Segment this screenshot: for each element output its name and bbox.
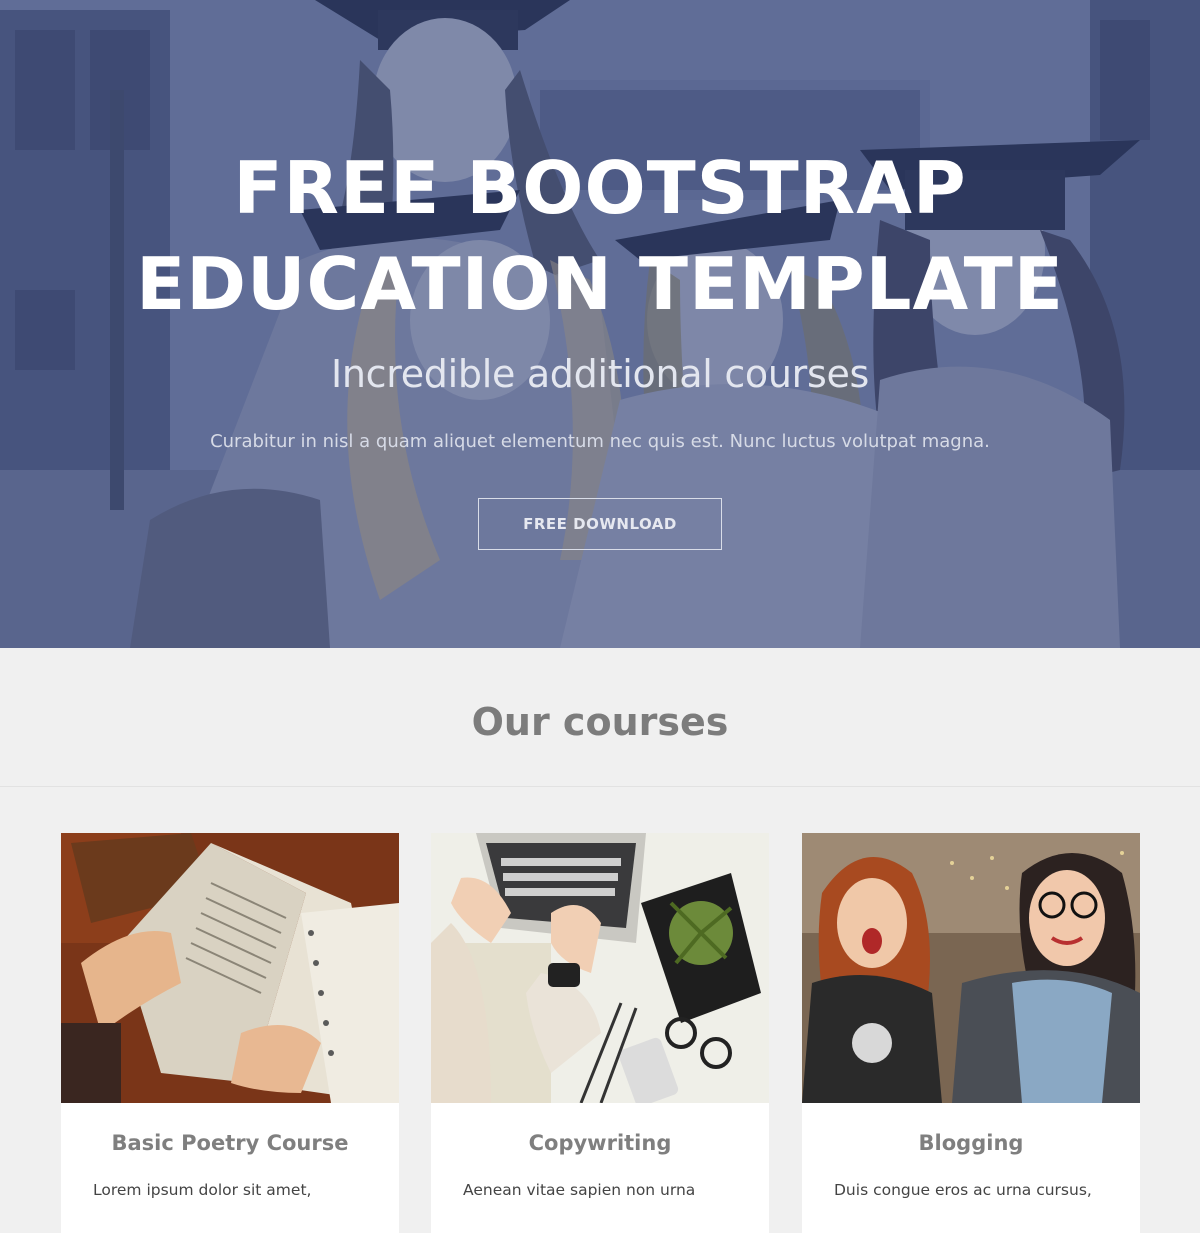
course-excerpt: Duis congue eros ac urna cursus, — [834, 1181, 1092, 1199]
hero-subtitle: Incredible additional courses — [330, 352, 870, 396]
open-book-photo[interactable] — [61, 833, 399, 1103]
course-title[interactable]: Blogging — [802, 1131, 1140, 1155]
hero-section: FREE BOOTSTRAP EDUCATION TEMPLATE Incred… — [0, 0, 1200, 648]
free-download-button[interactable]: FREE DOWNLOAD — [478, 498, 722, 550]
hero-description: Curabitur in nisl a quam aliquet element… — [210, 431, 990, 452]
course-excerpt: Aenean vitae sapien non urna — [463, 1181, 696, 1199]
hero-title: FREE BOOTSTRAP EDUCATION TEMPLATE — [0, 140, 1200, 332]
laptop-desk-photo[interactable] — [431, 833, 769, 1103]
two-girls-photo[interactable] — [802, 833, 1140, 1103]
hero-title-line2: EDUCATION TEMPLATE — [136, 242, 1064, 326]
course-title[interactable]: Basic Poetry Course — [61, 1131, 399, 1155]
hero-title-line1: FREE BOOTSTRAP — [233, 146, 967, 230]
courses-heading: Our courses — [471, 700, 729, 744]
course-card[interactable]: Blogging Duis congue eros ac urna cursus… — [802, 833, 1140, 1233]
section-divider — [0, 786, 1200, 787]
course-title[interactable]: Copywriting — [431, 1131, 769, 1155]
course-excerpt: Lorem ipsum dolor sit amet, — [93, 1181, 312, 1199]
course-card[interactable]: Basic Poetry Course Lorem ipsum dolor si… — [61, 833, 399, 1233]
course-card[interactable]: Copywriting Aenean vitae sapien non urna — [431, 833, 769, 1233]
